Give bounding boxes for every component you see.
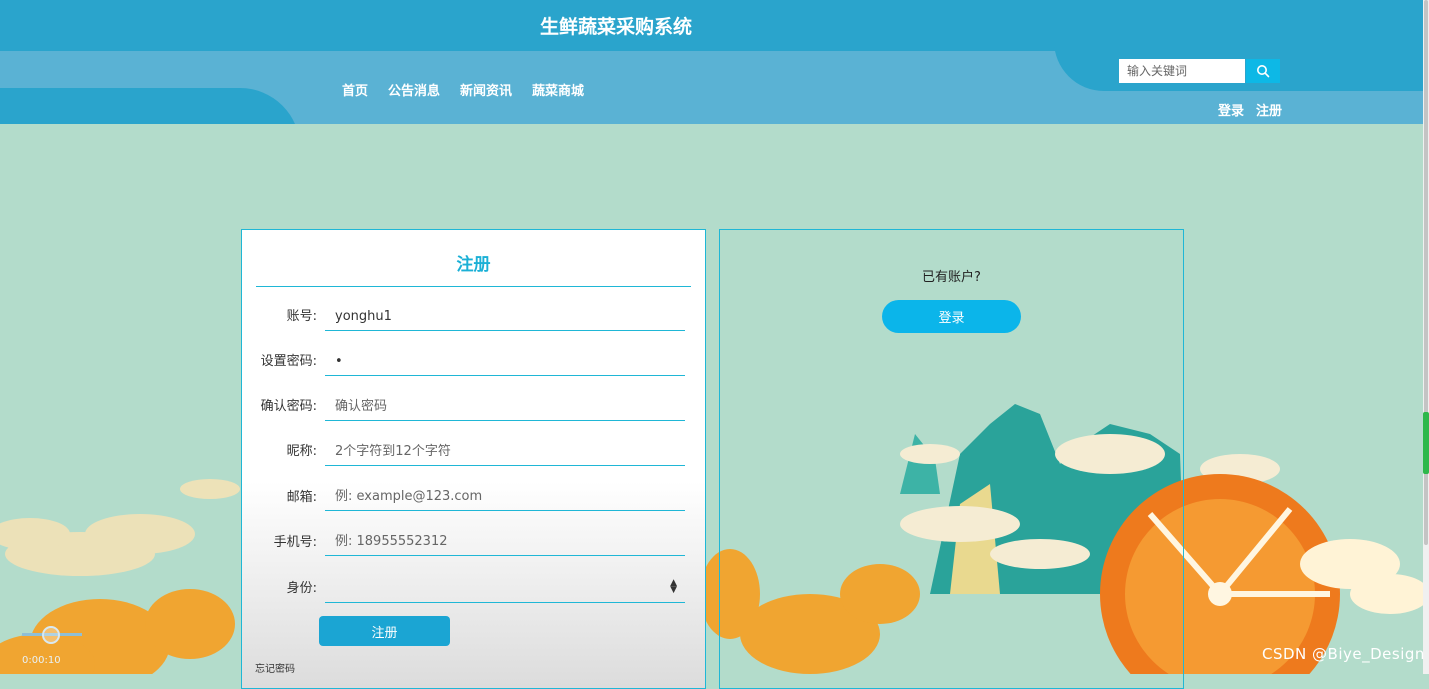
identity-label: 身份: [286, 581, 317, 596]
email-label: 邮箱: [286, 490, 317, 505]
identity-select[interactable]: ▲ ▼ [325, 571, 685, 603]
background-illustration [0, 404, 1423, 674]
cloud-left [0, 479, 240, 576]
has-account-text: 已有账户? [922, 270, 981, 285]
password-label: 设置密码: [260, 354, 317, 369]
main-nav: 首页 公告消息 新闻资讯 蔬菜商城 [342, 80, 584, 99]
phone-label: 手机号: [273, 535, 317, 550]
search-button[interactable] [1246, 59, 1280, 83]
nickname-input[interactable] [325, 438, 685, 466]
forgot-password-link[interactable]: 忘记密码 [255, 660, 295, 675]
header-register-link[interactable]: 注册 [1256, 100, 1282, 119]
video-progress-knob[interactable] [42, 626, 60, 644]
register-submit-button[interactable]: 注册 [319, 616, 450, 646]
login-panel: 已有账户? 登录 [719, 229, 1184, 689]
account-label: 账号: [286, 309, 317, 324]
login-button[interactable]: 登录 [882, 300, 1021, 333]
nav-news[interactable]: 新闻资讯 [460, 80, 512, 99]
nickname-label: 昵称: [286, 444, 317, 459]
watermark: CSDN @Biye_Design [1262, 645, 1425, 663]
site-header: 生鲜蔬菜采购系统 首页 公告消息 新闻资讯 蔬菜商城 登录 注册 [0, 0, 1423, 124]
site-title: 生鲜蔬菜采购系统 [539, 16, 692, 38]
register-title: 注册 [256, 230, 691, 287]
scrollbar-marker [1423, 412, 1429, 474]
nav-home[interactable]: 首页 [342, 80, 368, 99]
password-input[interactable] [325, 348, 685, 376]
search-input[interactable] [1119, 59, 1245, 83]
account-input[interactable] [325, 303, 685, 331]
nav-announcements[interactable]: 公告消息 [388, 80, 440, 99]
select-arrows-icon: ▲ ▼ [670, 578, 677, 595]
search-icon [1257, 65, 1270, 78]
auth-links: 登录 注册 [1218, 100, 1282, 119]
nav-vegetable-mall[interactable]: 蔬菜商城 [532, 80, 584, 99]
email-input[interactable] [325, 483, 685, 511]
header-login-link[interactable]: 登录 [1218, 100, 1244, 119]
confirm-password-label: 确认密码: [260, 399, 317, 414]
header-decoration-left [0, 88, 300, 124]
phone-input[interactable] [325, 528, 685, 556]
video-time: 0:00:10 [22, 655, 61, 666]
register-panel: 注册 账号: 设置密码: 确认密码: 昵称: 邮箱: 手机号: 身份: ▲▼ 注… [241, 229, 706, 689]
confirm-password-input[interactable] [325, 393, 685, 421]
